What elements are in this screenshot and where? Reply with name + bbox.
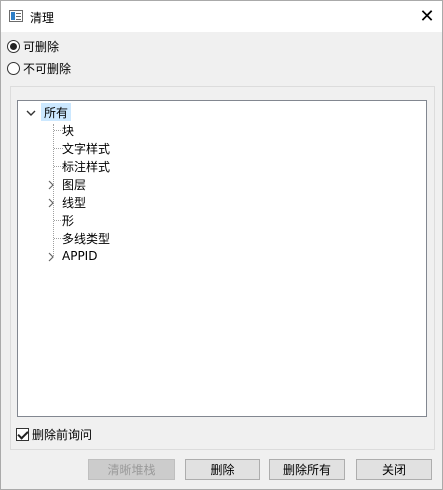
app-icon	[9, 10, 23, 22]
radio-non-purgeable[interactable]: 不可删除	[7, 60, 71, 76]
tree-root-all[interactable]: 所有	[41, 103, 72, 121]
title-bar: 清理 ✕	[1, 1, 442, 32]
tree-item-text-styles[interactable]: 文字样式	[62, 139, 110, 157]
tree-item-appid[interactable]: APPID	[62, 247, 97, 265]
close-icon[interactable]: ✕	[412, 1, 442, 31]
purge-dialog: 清理 ✕ 可删除 不可删除 所有 块 文字样式 标注样式 图层 线型 形 多线类…	[0, 0, 443, 490]
chevron-right-icon[interactable]	[46, 180, 56, 190]
radio-non-purgeable-indicator[interactable]	[7, 61, 20, 75]
clear-stack-button[interactable]: 清晰堆栈	[88, 459, 175, 480]
chevron-down-icon[interactable]	[26, 108, 36, 118]
radio-purgeable[interactable]: 可删除	[7, 38, 59, 54]
tree-item-layers[interactable]: 图层	[62, 175, 86, 193]
confirm-checkbox-indicator[interactable]	[16, 427, 29, 441]
purge-button[interactable]: 删除	[185, 459, 260, 480]
tree-item-linetypes[interactable]: 线型	[62, 193, 86, 211]
tree-connector	[53, 124, 54, 256]
window-title: 清理	[30, 11, 55, 25]
purge-all-button[interactable]: 删除所有	[269, 459, 345, 480]
close-button[interactable]: 关闭	[356, 459, 432, 480]
confirm-checkbox[interactable]: 删除前询问	[16, 426, 92, 442]
radio-purgeable-indicator[interactable]	[7, 39, 20, 53]
purge-tree[interactable]: 所有 块 文字样式 标注样式 图层 线型 形 多线类型 APPID	[17, 100, 427, 417]
chevron-right-icon[interactable]	[46, 198, 56, 208]
tree-item-multiline-styles[interactable]: 多线类型	[62, 229, 110, 247]
radio-purgeable-label: 可删除	[23, 39, 60, 54]
tree-item-shapes[interactable]: 形	[62, 211, 74, 229]
radio-non-purgeable-label: 不可删除	[23, 61, 72, 76]
confirm-checkbox-label: 删除前询问	[32, 427, 93, 442]
chevron-right-icon[interactable]	[46, 252, 56, 262]
tree-item-dimension-styles[interactable]: 标注样式	[62, 157, 110, 175]
tree-item-blocks[interactable]: 块	[62, 121, 74, 139]
